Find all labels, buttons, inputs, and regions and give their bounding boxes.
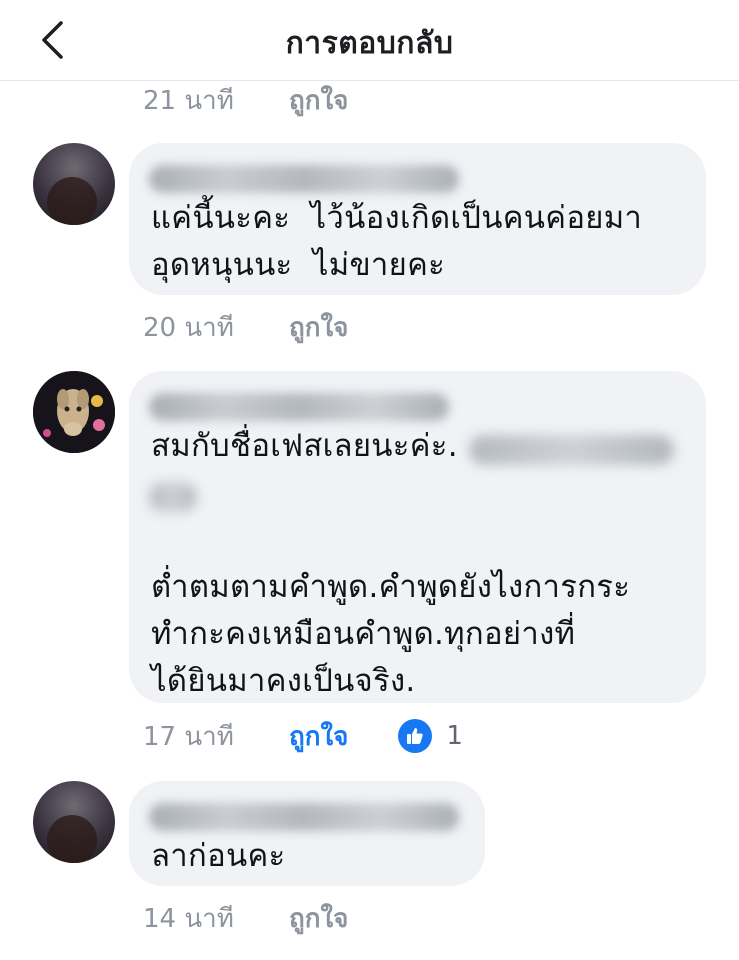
comment-meta: 21 นาที ถูกใจ [143, 80, 348, 120]
comment-text-line: ทำกะคงเหมือนคำพูด.ทุกอย่างที่ [151, 616, 576, 652]
dog-avatar-image [33, 371, 115, 453]
like-button[interactable]: ถูกใจ [289, 80, 348, 121]
top-bar: การตอบกลับ [0, 0, 739, 81]
comment-text-line: ต่ำตมตามคำพูด.คำพูดยังไงการกระ [151, 569, 631, 605]
commenter-name-blurred[interactable] [149, 393, 449, 421]
comment-text-line: อุดหนุนนะ ไม่ขายคะ [151, 247, 446, 283]
reaction-summary[interactable]: 1 [398, 719, 463, 753]
comment-time: 20 นาที [143, 312, 234, 343]
comment-meta: 14 นาที ถูกใจ [143, 898, 348, 938]
comment-text-line: ได้ยินมาคงเป็นจริง. [151, 663, 416, 699]
comment-meta: 20 นาที ถูกใจ [143, 307, 348, 347]
reaction-count: 1 [446, 721, 463, 751]
comment-text-line: สมกับชื่อเฟสเลยนะค่ะ. [151, 428, 458, 464]
like-button[interactable]: ถูกใจ [289, 307, 348, 348]
comment-text-line: ลาก่อนคะ [151, 838, 286, 874]
thumbs-up-icon [398, 719, 433, 753]
page-title: การตอบกลับ [285, 26, 454, 61]
comment-text-line: แค่นี้นะคะ ไว้น้องเกิดเป็นคนค่อยมา [151, 200, 643, 236]
comment-meta: 17 นาที ถูกใจ 1 [143, 716, 463, 756]
like-button[interactable]: ถูกใจ [289, 898, 348, 939]
comment-time: 21 นาที [143, 85, 234, 116]
comment-bubble[interactable]: สมกับชื่อเฟสเลยนะค่ะ. ต่ำตมตามคำพูด.คำพู… [129, 371, 706, 703]
tagged-name-blurred[interactable] [469, 435, 674, 465]
avatar[interactable] [33, 143, 115, 225]
comment-bubble[interactable]: แค่นี้นะคะ ไว้น้องเกิดเป็นคนค่อยมา อุดหน… [129, 143, 706, 295]
avatar[interactable] [33, 371, 115, 453]
comment-time: 17 นาที [143, 721, 234, 752]
comment-bubble[interactable]: ลาก่อนคะ [129, 781, 485, 886]
comment-time: 14 นาที [143, 903, 234, 934]
tagged-name-blurred[interactable] [149, 482, 197, 512]
commenter-name-blurred[interactable] [149, 165, 459, 193]
avatar[interactable] [33, 781, 115, 863]
commenter-name-blurred[interactable] [149, 803, 459, 831]
like-button[interactable]: ถูกใจ [289, 716, 348, 757]
